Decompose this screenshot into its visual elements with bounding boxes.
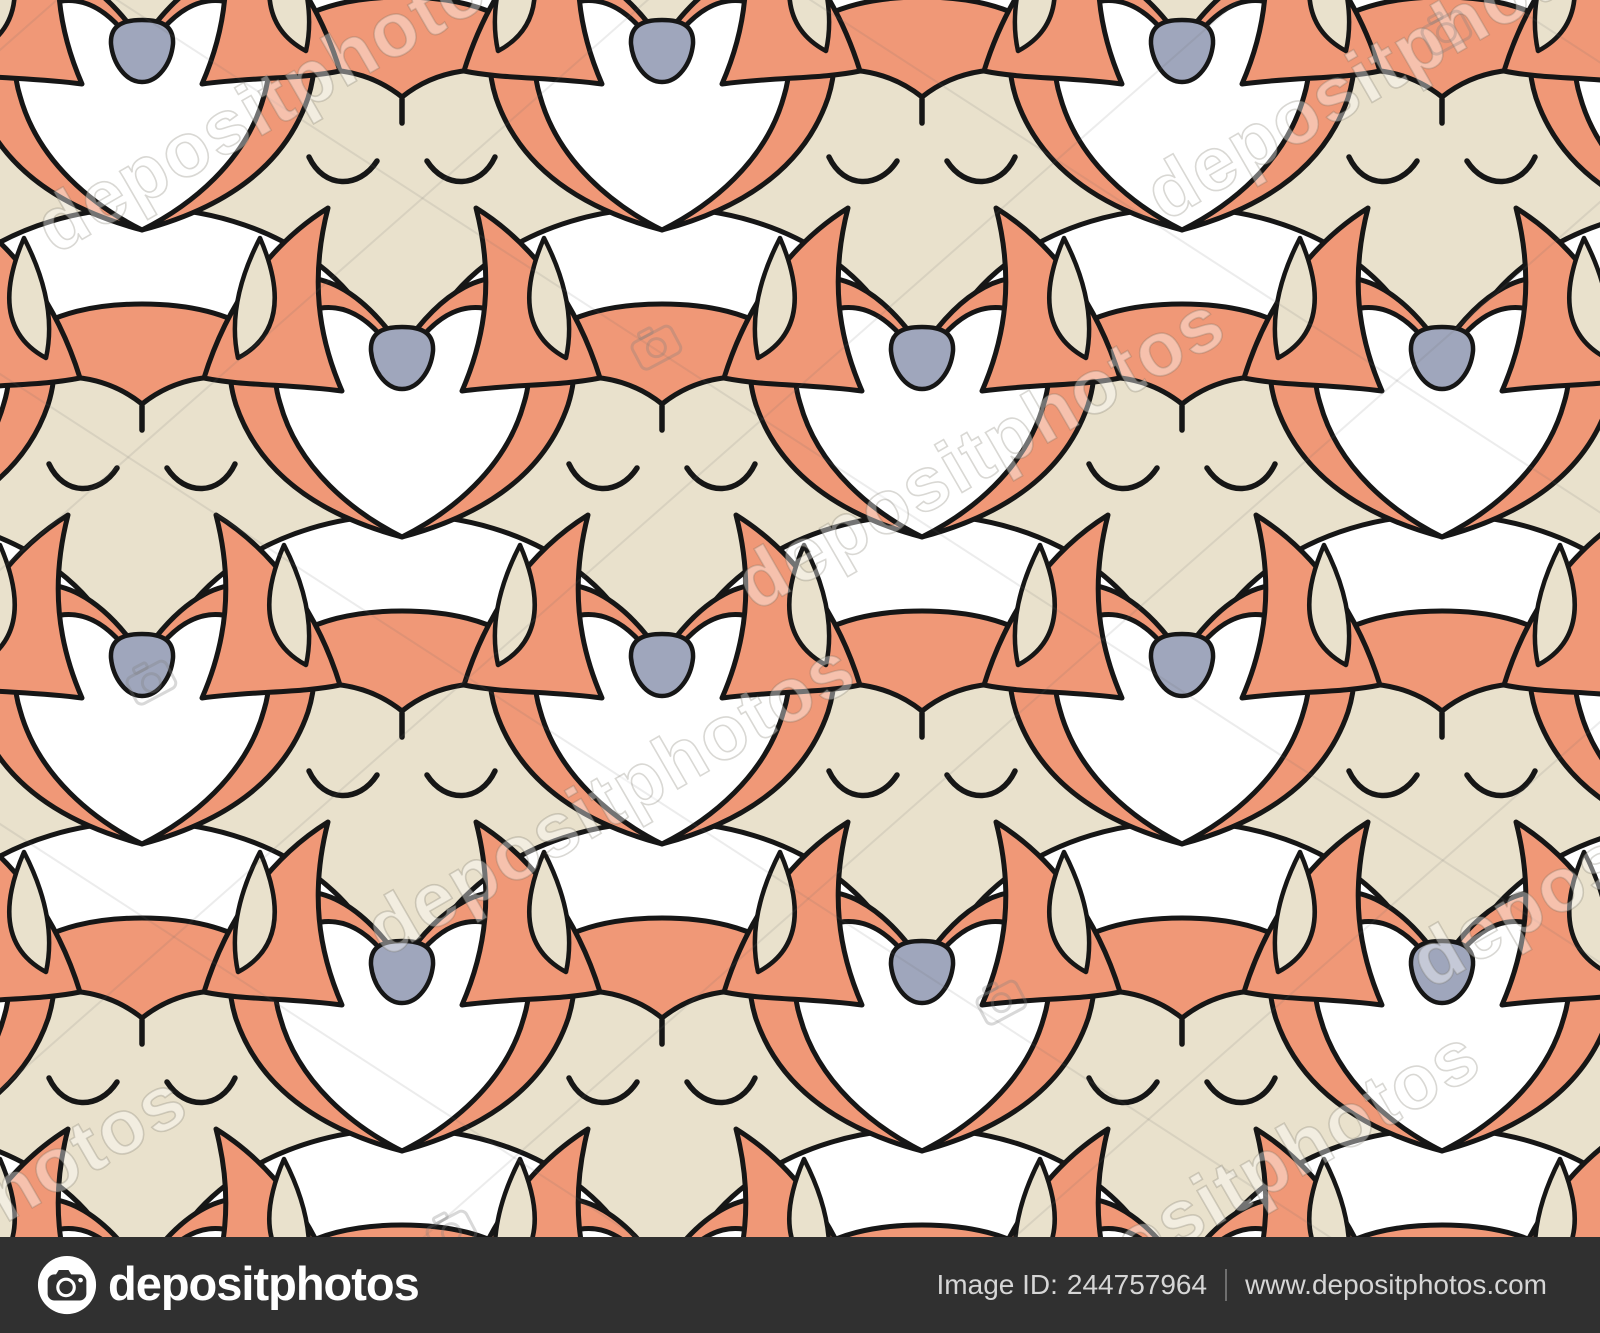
brand-name: depositphotos	[108, 1256, 420, 1310]
image-meta: Image ID: 244757964 www.depositphotos.co…	[937, 1269, 1547, 1301]
image-id-value: 244757964	[1066, 1269, 1208, 1300]
brand-logo: depositphotos	[36, 1254, 420, 1316]
image-id-label: Image ID:	[936, 1269, 1058, 1300]
site-url: www.depositphotos.com	[1245, 1269, 1547, 1300]
stock-image-preview: depositphotos depositphotos depositphotos d…	[0, 0, 1600, 1333]
image-id: Image ID: 244757964	[937, 1269, 1208, 1301]
camera-logo-icon	[37, 1255, 97, 1315]
divider	[1225, 1269, 1228, 1301]
footer-bar: depositphotos Image ID: 244757964 www.de…	[0, 1237, 1600, 1333]
fox-pattern-art: depositphotosdepositphotosdepositphotosd…	[0, 0, 1600, 1237]
